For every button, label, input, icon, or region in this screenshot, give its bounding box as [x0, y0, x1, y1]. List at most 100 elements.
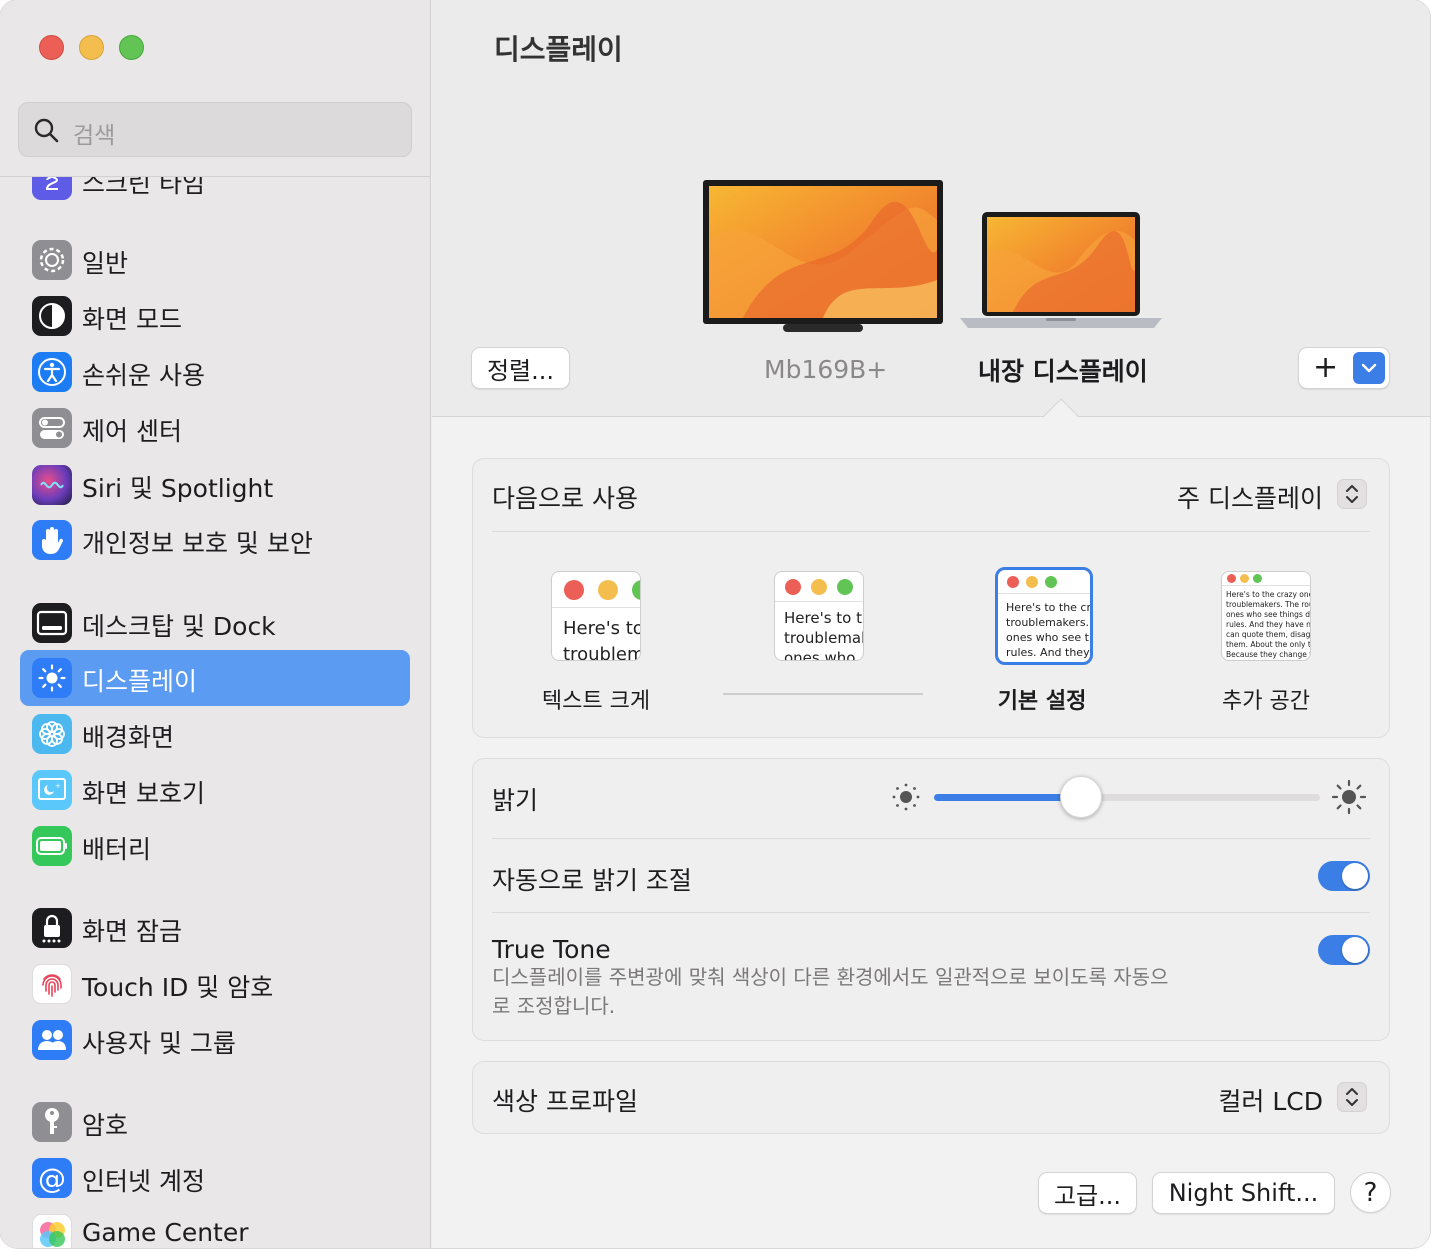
sidebar-item-label: 화면 모드: [82, 305, 182, 334]
night-shift-button[interactable]: Night Shift...: [1152, 1172, 1335, 1214]
resolution-preview: Here's to the crazy ones troublemakers. …: [1221, 571, 1311, 661]
sidebar-item-users-groups[interactable]: 사용자 및 그룹: [20, 1012, 410, 1068]
sidebar-item-privacy-security[interactable]: 개인정보 보호 및 보안: [20, 512, 410, 568]
sidebar-divider: [0, 176, 431, 177]
sidebar-item-game-center[interactable]: Game Center: [20, 1206, 410, 1248]
display-name-built-in[interactable]: 내장 디스플레이: [978, 352, 1148, 388]
resolution-preview: Here's to the crazy troublemakers. ones …: [774, 571, 864, 661]
built-in-display-image[interactable]: [958, 210, 1164, 336]
true-tone-description: 디스플레이를 주변광에 맞춰 색상이 다른 환경에서도 일관적으로 보이도록 자…: [492, 965, 1169, 1018]
minimize-window-button[interactable]: [79, 35, 104, 60]
sidebar-item-label: 사용자 및 그룹: [82, 1029, 236, 1058]
zoom-window-button[interactable]: [119, 35, 144, 60]
chevron-down-icon: [1361, 363, 1377, 373]
sidebar-item-label: 손쉬운 사용: [82, 361, 205, 390]
updown-chevron-icon: [1337, 479, 1367, 509]
color-profile-label: 색상 프로파일: [492, 1087, 638, 1116]
accessibility-icon: [32, 352, 72, 392]
auto-brightness-toggle[interactable]: [1318, 861, 1370, 891]
sidebar-item-label: 화면 잠금: [82, 917, 182, 946]
hand-icon: [32, 520, 72, 560]
color-profile-select[interactable]: 컬러 LCD: [1218, 1082, 1367, 1116]
search-placeholder: 검색: [73, 123, 116, 149]
sidebar-item-label: Game Center: [82, 1218, 249, 1247]
true-tone-toggle[interactable]: [1318, 935, 1370, 965]
sidebar-item-label: 제어 센터: [82, 417, 182, 446]
siri-icon: [32, 465, 72, 505]
screensaver-icon: +: [32, 770, 72, 810]
sidebar-item-label: 화면 보호기: [82, 779, 205, 808]
advanced-button[interactable]: 고급...: [1038, 1172, 1137, 1214]
appearance-icon: [32, 296, 72, 336]
card-divider: [492, 838, 1370, 839]
use-as-select[interactable]: 주 디스플레이: [1177, 477, 1367, 513]
card-divider: [492, 531, 1370, 532]
sidebar-item-desktop-dock[interactable]: 데스크탑 및 Dock: [20, 595, 410, 651]
search-field[interactable]: 검색: [18, 102, 412, 157]
add-display-menu-button[interactable]: [1353, 352, 1385, 384]
key-icon: [32, 1102, 72, 1142]
sun-max-icon: [1331, 779, 1367, 815]
help-button[interactable]: ?: [1350, 1172, 1391, 1213]
game-center-icon: [32, 1214, 72, 1248]
resolution-option-label: 추가 공간: [1222, 689, 1310, 714]
resolution-preview-text: Here's to the crazy ones troublemakers. …: [1226, 590, 1311, 659]
sidebar-item-label: Siri 및 Spotlight: [82, 474, 274, 503]
sidebar-item-touch-id[interactable]: Touch ID 및 암호: [20, 956, 410, 1012]
sidebar-item-battery[interactable]: 배터리: [20, 818, 410, 874]
hourglass-icon: [32, 177, 72, 200]
brightness-slider-fill: [934, 794, 1081, 801]
use-as-card: 다음으로 사용 주 디스플레이 Here's to the crazy ones…: [472, 458, 1390, 738]
sidebar-item-label: 일반: [82, 249, 129, 278]
sidebar-item-displays[interactable]: 디스플레이: [20, 650, 410, 706]
auto-brightness-label: 자동으로 밝기 조절: [492, 866, 692, 895]
fingerprint-icon: [32, 964, 72, 1004]
sun-icon: [32, 658, 72, 698]
add-display-button[interactable]: +: [1313, 350, 1338, 385]
control-center-icon: [32, 408, 72, 448]
external-monitor-image[interactable]: [703, 180, 943, 336]
sidebar-item-internet-accounts[interactable]: @ 인터넷 계정: [20, 1150, 410, 1206]
color-profile-value: 컬러 LCD: [1218, 1087, 1323, 1116]
settings-window: 검색 스크린 타임 일반 화면 모드 손쉬운 사용 제어 센터 Siri 및 S…: [0, 0, 1430, 1248]
sidebar-item-label: 배경화면: [82, 723, 175, 752]
sidebar-item-label: Touch ID 및 암호: [82, 973, 274, 1002]
sidebar-item-general[interactable]: 일반: [20, 232, 410, 288]
sidebar-item-label: 인터넷 계정: [82, 1167, 205, 1196]
svg-text:+: +: [55, 782, 61, 790]
display-name-external[interactable]: Mb169B+: [764, 355, 887, 384]
flower-icon: [32, 714, 72, 754]
sidebar-item-passwords[interactable]: 암호: [20, 1094, 410, 1150]
use-as-label: 다음으로 사용: [492, 484, 638, 513]
sidebar-item-lock-screen[interactable]: 화면 잠금: [20, 900, 410, 956]
true-tone-label: True Tone: [492, 935, 611, 964]
card-divider: [492, 912, 1370, 913]
brightness-slider[interactable]: [934, 776, 1320, 818]
search-icon: [34, 118, 59, 143]
gear-icon: [32, 240, 72, 280]
resolution-scale-line: [723, 693, 923, 695]
sidebar-item-screen-saver[interactable]: + 화면 보호기: [20, 762, 410, 818]
sidebar-item-accessibility[interactable]: 손쉬운 사용: [20, 344, 410, 400]
resolution-option-label: 기본 설정: [997, 689, 1087, 714]
display-arrangement-area: 디스플레이 정렬... Mb169B+ 내장 디스플레이 +: [432, 0, 1430, 417]
sidebar-item-appearance[interactable]: 화면 모드: [20, 288, 410, 344]
selected-display-pointer: [1043, 398, 1079, 418]
color-profile-card: 색상 프로파일 컬러 LCD: [472, 1061, 1390, 1134]
sidebar-item-wallpaper[interactable]: 배경화면: [20, 706, 410, 762]
page-title: 디스플레이: [494, 33, 623, 66]
sidebar-item-control-center[interactable]: 제어 센터: [20, 400, 410, 456]
close-window-button[interactable]: [39, 35, 64, 60]
sidebar-item-label: 스크린 타임: [82, 169, 205, 198]
sidebar-item-siri-spotlight[interactable]: Siri 및 Spotlight: [20, 457, 410, 513]
resolution-preview-text: Here's to the crazy ones troublemakers. …: [563, 618, 640, 661]
add-display-control[interactable]: +: [1298, 347, 1390, 389]
brightness-label: 밝기: [492, 786, 539, 815]
updown-chevron-icon: [1337, 1082, 1367, 1112]
users-icon: [32, 1020, 72, 1060]
brightness-slider-knob[interactable]: [1059, 776, 1102, 818]
resolution-preview-selected: Here's to the crazy troublemakers. The o…: [995, 567, 1093, 665]
sidebar-item-screen-time[interactable]: 스크린 타임: [20, 169, 410, 208]
arrange-button[interactable]: 정렬...: [471, 347, 570, 389]
sidebar-item-label: 개인정보 보호 및 보안: [82, 529, 313, 558]
